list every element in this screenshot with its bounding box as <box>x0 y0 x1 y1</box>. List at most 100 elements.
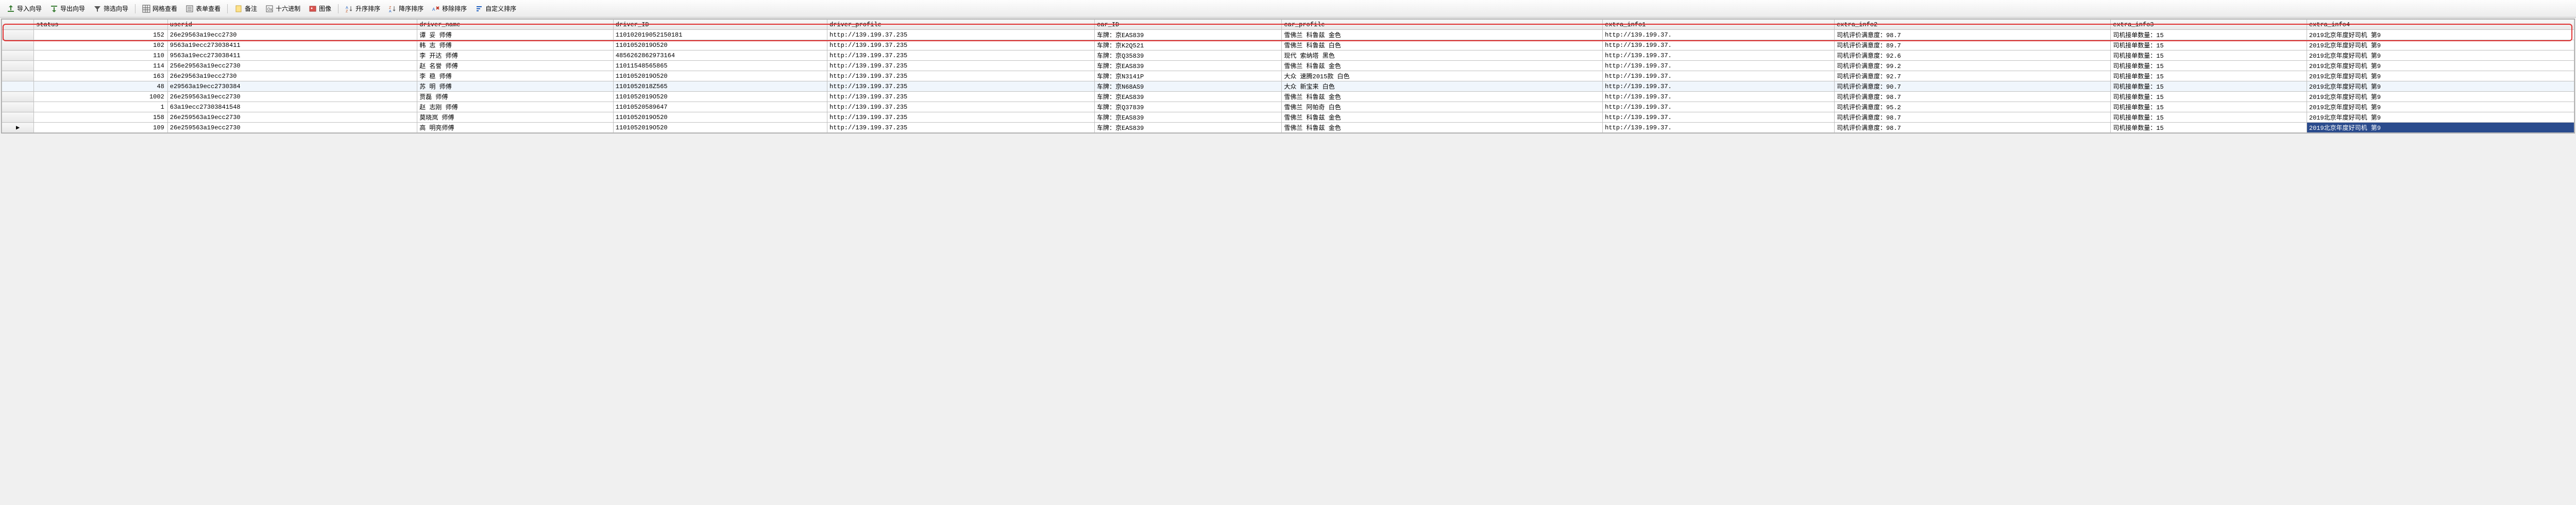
cell-extra_info1[interactable]: http://139.199.37. <box>1603 61 1835 71</box>
cell-extra_info4[interactable]: 2019北京年度好司机 第9 <box>2307 71 2574 81</box>
cell-car_ID[interactable]: 车牌：京Q35839 <box>1095 50 1282 61</box>
row-header[interactable] <box>2 61 34 71</box>
cell-driver_ID[interactable]: 11011548565865 <box>613 61 827 71</box>
row-header[interactable] <box>2 112 34 123</box>
table-row[interactable]: 1029563a19ecc273038411韩 志 师傅1101052019O5… <box>2 40 2574 50</box>
cell-driver_profile[interactable]: http://139.199.37.235 <box>827 92 1095 102</box>
grid-view-button[interactable]: 网格查看 <box>139 2 181 15</box>
column-header-car_ID[interactable]: car_ID <box>1095 20 1282 30</box>
cell-userid[interactable]: 26e259563a19ecc2730 <box>167 112 417 123</box>
row-header[interactable] <box>2 30 34 40</box>
row-header[interactable] <box>2 71 34 81</box>
cell-extra_info1[interactable]: http://139.199.37. <box>1603 102 1835 112</box>
data-grid[interactable]: statususeriddriver_namedriver_IDdriver_p… <box>1 19 2575 133</box>
column-header-extra_info2[interactable]: extra_info2 <box>1834 20 2110 30</box>
cell-driver_name[interactable]: 韩 志 师傅 <box>417 40 614 50</box>
column-header-extra_info3[interactable]: extra_info3 <box>2111 20 2307 30</box>
cell-userid[interactable]: 26e259563a19ecc2730 <box>167 92 417 102</box>
row-header[interactable] <box>2 92 34 102</box>
table-row[interactable]: 16326e29563a19ecc2730李 稳 师傅1101052019O52… <box>2 71 2574 81</box>
cell-userid[interactable]: 26e259563a19ecc2730 <box>167 123 417 133</box>
cell-car_ID[interactable]: 车牌：京EAS839 <box>1095 61 1282 71</box>
cell-driver_profile[interactable]: http://139.199.37.235 <box>827 123 1095 133</box>
cell-driver_name[interactable]: 李 开达 师傅 <box>417 50 614 61</box>
cell-status[interactable]: 110 <box>34 50 168 61</box>
table-row[interactable]: 15826e259563a19ecc2730莫晓岚 师傅1101052019O5… <box>2 112 2574 123</box>
table-row[interactable]: 114256e29563a19ecc2730赵 名誉 师傅11011548565… <box>2 61 2574 71</box>
column-header-driver_ID[interactable]: driver_ID <box>613 20 827 30</box>
cell-driver_ID[interactable]: 1101052019O520 <box>613 71 827 81</box>
image-button[interactable]: 图像 <box>305 2 335 15</box>
cell-car_profile[interactable]: 雪佛兰 科鲁兹 金色 <box>1282 61 1603 71</box>
cell-driver_ID[interactable]: 110102019052150181 <box>613 30 827 40</box>
cell-extra_info1[interactable]: http://139.199.37. <box>1603 30 1835 40</box>
column-header-driver_name[interactable]: driver_name <box>417 20 614 30</box>
cell-userid[interactable]: 9563a19ecc273038411 <box>167 50 417 61</box>
cell-userid[interactable]: 26e29563a19ecc2730 <box>167 71 417 81</box>
cell-extra_info2[interactable]: 司机评价满意度：92.6 <box>1834 50 2110 61</box>
cell-car_ID[interactable]: 车牌：京EAS839 <box>1095 112 1282 123</box>
cell-car_profile[interactable]: 雪佛兰 科鲁兹 金色 <box>1282 92 1603 102</box>
cell-car_ID[interactable]: 车牌：京N3141P <box>1095 71 1282 81</box>
cell-userid[interactable]: 26e29563a19ecc2730 <box>167 30 417 40</box>
column-header-status[interactable]: status <box>34 20 168 30</box>
cell-status[interactable]: 114 <box>34 61 168 71</box>
sort-desc-button[interactable]: ZA 降序排序 <box>385 2 427 15</box>
notes-button[interactable]: 备注 <box>231 2 261 15</box>
cell-extra_info3[interactable]: 司机接单数量：15 <box>2111 123 2307 133</box>
cell-car_profile[interactable]: 雪佛兰 科鲁兹 金色 <box>1282 123 1603 133</box>
cell-car_ID[interactable]: 车牌：京N68AS9 <box>1095 81 1282 92</box>
cell-extra_info2[interactable]: 司机评价满意度：92.7 <box>1834 71 2110 81</box>
cell-userid[interactable]: 63a19ecc27303841548 <box>167 102 417 112</box>
cell-extra_info3[interactable]: 司机接单数量：15 <box>2111 30 2307 40</box>
cell-driver_name[interactable]: 李 稳 师傅 <box>417 71 614 81</box>
table-row[interactable]: 100226e259563a19ecc2730贾磊 师傅1101052019O5… <box>2 92 2574 102</box>
cell-extra_info3[interactable]: 司机接单数量：15 <box>2111 61 2307 71</box>
cell-car_profile[interactable]: 大众 新宝来 白色 <box>1282 81 1603 92</box>
cell-extra_info1[interactable]: http://139.199.37. <box>1603 71 1835 81</box>
cell-extra_info4[interactable]: 2019北京年度好司机 第9 <box>2307 50 2574 61</box>
filter-wizard-button[interactable]: 筛选向导 <box>90 2 132 15</box>
cell-status[interactable]: 48 <box>34 81 168 92</box>
column-header-driver_profile[interactable]: driver_profile <box>827 20 1095 30</box>
cell-extra_info3[interactable]: 司机接单数量：15 <box>2111 40 2307 50</box>
cell-driver_ID[interactable]: 11010520589647 <box>613 102 827 112</box>
cell-extra_info3[interactable]: 司机接单数量：15 <box>2111 92 2307 102</box>
cell-extra_info4[interactable]: 2019北京年度好司机 第9 <box>2307 61 2574 71</box>
cell-driver_ID[interactable]: 1101052019O520 <box>613 92 827 102</box>
column-header-userid[interactable]: userid <box>167 20 417 30</box>
cell-status[interactable]: 1002 <box>34 92 168 102</box>
cell-driver_name[interactable]: 赵 志刚 师傅 <box>417 102 614 112</box>
cell-extra_info4[interactable]: 2019北京年度好司机 第9 <box>2307 40 2574 50</box>
export-wizard-button[interactable]: 导出向导 <box>46 2 89 15</box>
cell-extra_info2[interactable]: 司机评价满意度：98.7 <box>1834 112 2110 123</box>
cell-extra_info1[interactable]: http://139.199.37. <box>1603 40 1835 50</box>
cell-driver_ID[interactable]: 4856262862973164 <box>613 50 827 61</box>
cell-driver_name[interactable]: 苏 明 师傅 <box>417 81 614 92</box>
cell-car_ID[interactable]: 车牌：京K2Q521 <box>1095 40 1282 50</box>
cell-extra_info1[interactable]: http://139.199.37. <box>1603 81 1835 92</box>
cell-car_ID[interactable]: 车牌：京EAS839 <box>1095 30 1282 40</box>
cell-driver_ID[interactable]: 1101052019O520 <box>613 40 827 50</box>
cell-car_profile[interactable]: 雪佛兰 科鲁兹 金色 <box>1282 112 1603 123</box>
cell-extra_info4[interactable]: 2019北京年度好司机 第9 <box>2307 92 2574 102</box>
column-header-extra_info4[interactable]: extra_info4 <box>2307 20 2574 30</box>
column-header-car_profile[interactable]: car_profile <box>1282 20 1603 30</box>
table-row[interactable]: 1109563a19ecc273038411李 开达 师傅48562628629… <box>2 50 2574 61</box>
cell-extra_info4[interactable]: 2019北京年度好司机 第9 <box>2307 81 2574 92</box>
remove-sort-button[interactable]: A 移除排序 <box>428 2 470 15</box>
cell-car_ID[interactable]: 车牌：京Q37839 <box>1095 102 1282 112</box>
cell-extra_info2[interactable]: 司机评价满意度：99.2 <box>1834 61 2110 71</box>
cell-extra_info3[interactable]: 司机接单数量：15 <box>2111 81 2307 92</box>
cell-driver_profile[interactable]: http://139.199.37.235 <box>827 112 1095 123</box>
cell-extra_info4[interactable]: 2019北京年度好司机 第9 <box>2307 30 2574 40</box>
cell-extra_info2[interactable]: 司机评价满意度：98.7 <box>1834 30 2110 40</box>
row-header[interactable] <box>2 102 34 112</box>
cell-extra_info2[interactable]: 司机评价满意度：98.7 <box>1834 123 2110 133</box>
cell-driver_profile[interactable]: http://139.199.37.235 <box>827 81 1095 92</box>
cell-driver_name[interactable]: 贾磊 师傅 <box>417 92 614 102</box>
cell-extra_info3[interactable]: 司机接单数量：15 <box>2111 112 2307 123</box>
cell-driver_ID[interactable]: 1101052019O520 <box>613 112 827 123</box>
cell-extra_info3[interactable]: 司机接单数量：15 <box>2111 71 2307 81</box>
cell-driver_profile[interactable]: http://139.199.37.235 <box>827 50 1095 61</box>
